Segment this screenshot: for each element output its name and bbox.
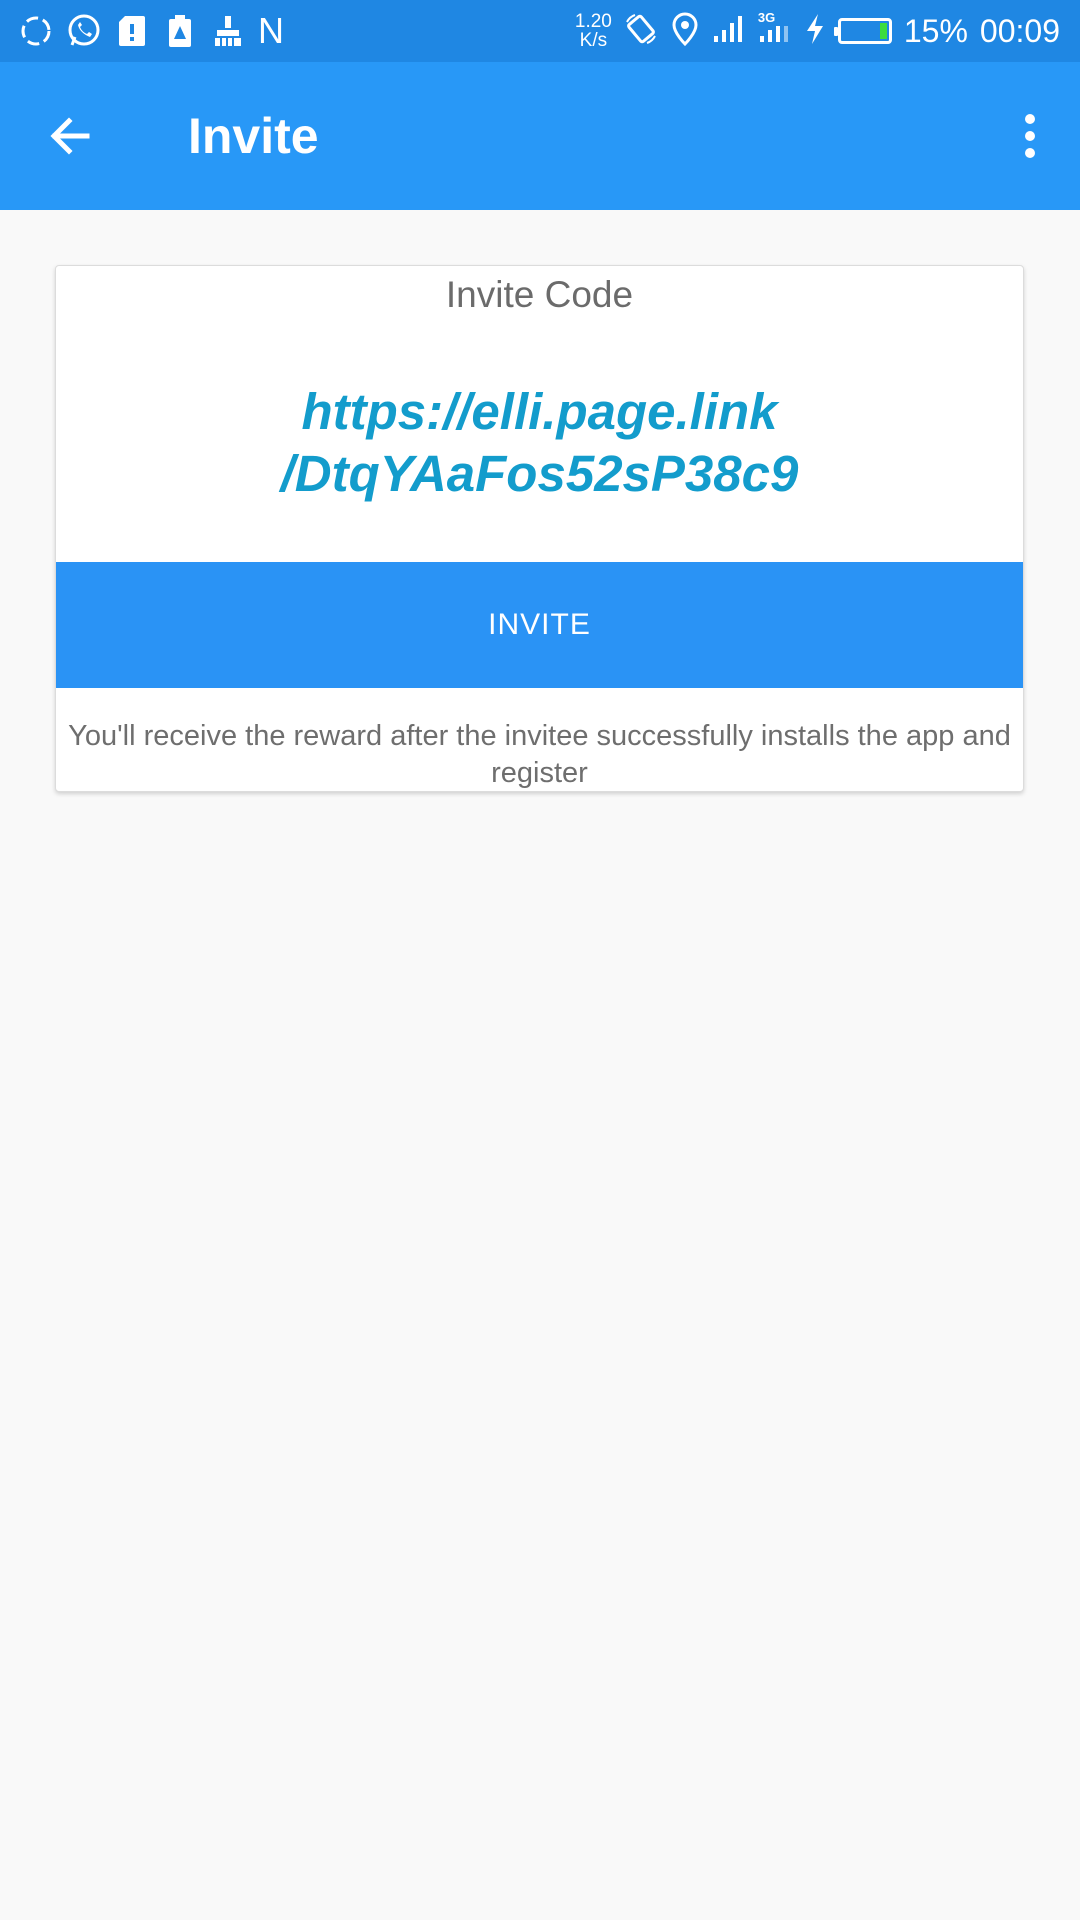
location-pin-icon — [670, 11, 700, 52]
arrow-back-icon — [50, 117, 90, 155]
invite-link-line2: /DtqYAaFos52sP38c9 — [280, 445, 799, 502]
alert-battery-icon — [162, 13, 198, 49]
app-toolbar: Invite — [0, 62, 1080, 210]
battery-percent: 15% — [903, 12, 968, 49]
network-speed: 1.20 K/s — [575, 12, 612, 50]
system-indicators: 1.20 K/s 3G 15% 00:09 — [575, 8, 1060, 54]
status-bar: N 1.20 K/s 3G 15% 00:09 — [0, 0, 1080, 62]
notification-letter: N — [258, 10, 284, 51]
whatsapp-icon — [66, 13, 102, 49]
signal-strength-icon — [712, 14, 746, 49]
overflow-menu-button[interactable] — [1000, 106, 1060, 166]
battery-level-fill — [879, 23, 887, 39]
invite-code-label: Invite Code — [445, 274, 634, 315]
clock-time: 00:09 — [979, 12, 1060, 49]
signal-3g-icon: 3G — [758, 10, 792, 49]
network-speed-unit: K/s — [579, 30, 608, 51]
cleaner-broom-icon — [210, 13, 246, 49]
sync-icon — [18, 13, 54, 49]
page-title: Invite — [188, 108, 319, 164]
network-type-label: 3G — [757, 9, 776, 25]
more-vertical-icon — [1025, 114, 1035, 158]
invite-button[interactable]: INVITE — [56, 562, 1023, 688]
back-button[interactable] — [40, 106, 100, 166]
notification-icons: N — [18, 10, 284, 52]
sd-card-icon — [114, 13, 150, 49]
battery-icon — [833, 18, 892, 44]
auto-rotate-icon — [624, 12, 658, 51]
network-speed-value: 1.20 — [574, 11, 612, 32]
invite-card: Invite Code https://elli.page.link /DtqY… — [55, 265, 1024, 792]
charging-bolt-icon — [804, 13, 826, 50]
reward-note: You'll receive the reward after the invi… — [68, 720, 1011, 789]
invite-link-line1: https://elli.page.link — [301, 383, 778, 440]
invite-link[interactable]: https://elli.page.link /DtqYAaFos52sP38c… — [56, 381, 1023, 505]
